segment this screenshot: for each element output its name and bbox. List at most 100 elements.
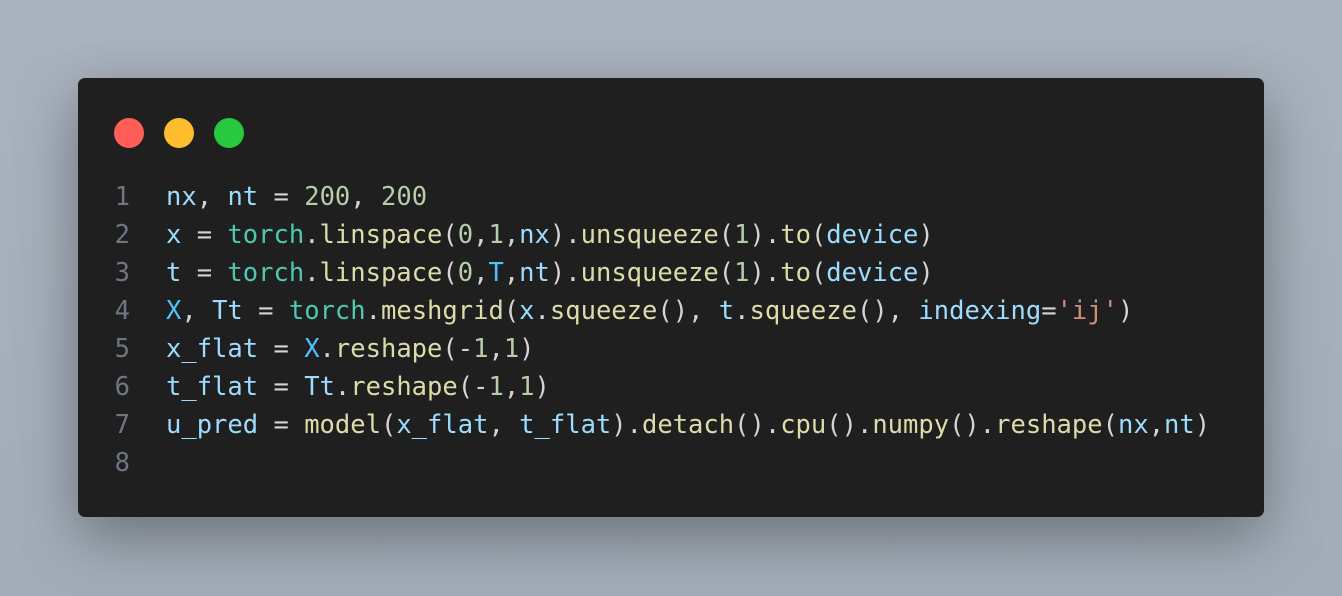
- code-token-var: nx: [166, 182, 197, 212]
- code-token-fn: squeeze: [549, 296, 658, 326]
- line-number: 1: [114, 182, 130, 212]
- code-line: 7 u_pred = model(x_flat, t_flat). detach()…: [78, 406, 1210, 444]
- code-token-txt: ): [918, 220, 934, 250]
- code-token-txt: .: [304, 258, 320, 288]
- code-token-txt: (: [442, 258, 458, 288]
- code-token-txt: ,: [503, 220, 520, 250]
- code-token-var: x_flat: [166, 334, 259, 364]
- code-token-const: X: [304, 334, 320, 364]
- code-token-txt: .: [334, 372, 351, 402]
- code-line: 3t = torch. linspace(0, T, nt). unsqueeze(1)…: [78, 254, 1210, 292]
- line-number: 4: [114, 296, 130, 326]
- line-number: 5: [114, 334, 130, 364]
- code-token-txt: ().: [949, 410, 996, 440]
- code-token-txt: .: [365, 296, 381, 326]
- line-number: 6: [114, 372, 130, 402]
- line-number: 8: [114, 448, 130, 478]
- code-token-var: Tt: [304, 372, 335, 402]
- code-token-num: 1: [503, 334, 520, 364]
- code-line: 5 x_flat = X. reshape (- 1, 1): [78, 330, 1210, 368]
- code-line: 6 t_flat = Tt. reshape (- 1, 1): [78, 368, 1210, 406]
- code-token-var: nt: [1164, 410, 1195, 440]
- code-token-txt: ): [1118, 296, 1134, 326]
- code-line: 1 nx, nt = 200, 200: [78, 178, 1210, 216]
- code-token-var: x: [519, 296, 535, 326]
- code-token-txt: (),: [657, 296, 719, 326]
- code-token-fn: meshgrid: [380, 296, 504, 326]
- code-token-fn: cpu: [780, 410, 827, 440]
- code-token-fn: squeeze: [749, 296, 857, 326]
- code-token-txt: (: [380, 410, 397, 440]
- code-token-txt: ,: [181, 296, 213, 326]
- code-token-txt: ): [519, 334, 535, 364]
- code-token-txt: ,: [488, 334, 504, 364]
- code-token-txt: .: [304, 220, 320, 250]
- code-token-fn: reshape: [995, 410, 1103, 440]
- minimize-window-button[interactable]: [164, 118, 194, 148]
- code-token-txt: ).: [549, 258, 581, 288]
- code-token-txt: .: [319, 334, 335, 364]
- code-token-var: nx: [519, 220, 550, 250]
- code-token-txt: =: [1041, 296, 1057, 326]
- code-token-txt: (: [810, 258, 827, 288]
- code-line: 2x = torch. linspace(0, 1, nx). unsqueeze(1)…: [78, 216, 1210, 254]
- code-token-txt: =: [258, 372, 305, 402]
- code-token-var: t_flat: [166, 372, 259, 402]
- code-token-txt: =: [258, 334, 305, 364]
- code-token-const: T: [488, 258, 504, 288]
- code-token-fn: to: [780, 220, 811, 250]
- code-token-txt: ).: [749, 220, 781, 250]
- code-token-num: 200: [381, 182, 428, 212]
- code-token-txt: (: [442, 220, 458, 250]
- code-token-cls: torch: [288, 296, 366, 326]
- code-token-var: nt: [519, 258, 550, 288]
- code-token-txt: ,: [196, 182, 228, 212]
- code-token-cls: torch: [227, 220, 305, 250]
- code-token-txt: (-: [442, 334, 474, 364]
- close-window-button[interactable]: [114, 118, 144, 148]
- code-token-fn: linspace: [319, 258, 443, 288]
- code-token-str: 'ij': [1056, 296, 1118, 326]
- code-token-fn: reshape: [350, 372, 458, 402]
- code-token-txt: (: [718, 220, 735, 250]
- code-token-var: x_flat: [396, 410, 489, 440]
- code-token-txt: ).: [611, 410, 642, 440]
- code-token-txt: (-: [457, 372, 489, 402]
- code-token-txt: ,: [1148, 410, 1165, 440]
- code-token-num: 0: [457, 220, 474, 250]
- code-token-txt: ): [918, 258, 934, 288]
- code-token-txt: (: [1102, 410, 1118, 440]
- code-token-var: nx: [1117, 410, 1149, 440]
- code-line: 4X, Tt = torch. meshgrid(x. squeeze (), t.s…: [78, 292, 1210, 330]
- code-token-var: device: [826, 258, 919, 288]
- code-token-txt: ): [534, 372, 550, 402]
- code-token-fn: unsqueeze: [580, 258, 719, 288]
- code-token-txt: ,: [503, 258, 520, 288]
- code-token-txt: (),: [856, 296, 919, 326]
- line-number: 2: [114, 220, 130, 250]
- code-token-const: X: [166, 296, 182, 326]
- code-token-fn: model: [304, 410, 381, 440]
- code-token-num: 1: [488, 220, 504, 250]
- code-token-txt: (: [810, 220, 827, 250]
- code-token-txt: =: [258, 410, 305, 440]
- code-token-num: 200: [304, 182, 351, 212]
- code-token-txt: ,: [503, 372, 520, 402]
- code-token-fn: to: [780, 258, 811, 288]
- code-token-txt: ): [1194, 410, 1211, 440]
- code-token-cls: torch: [227, 258, 305, 288]
- code-token-txt: =: [242, 296, 289, 326]
- code-token-fn: reshape: [334, 334, 443, 364]
- maximize-window-button[interactable]: [214, 118, 244, 148]
- code-token-txt: ,: [473, 258, 489, 288]
- line-number: 3: [114, 258, 130, 288]
- code-token-var: device: [826, 220, 919, 250]
- code-token-txt: ,: [473, 220, 489, 250]
- code-token-num: 1: [473, 334, 489, 364]
- code-token-var: u_pred: [166, 410, 259, 440]
- code-token-txt: (: [503, 296, 520, 326]
- code-token-var: x: [166, 220, 182, 250]
- code-token-txt: .: [734, 296, 750, 326]
- code-token-fn: detach: [642, 410, 735, 440]
- code-line: 8: [78, 444, 1210, 482]
